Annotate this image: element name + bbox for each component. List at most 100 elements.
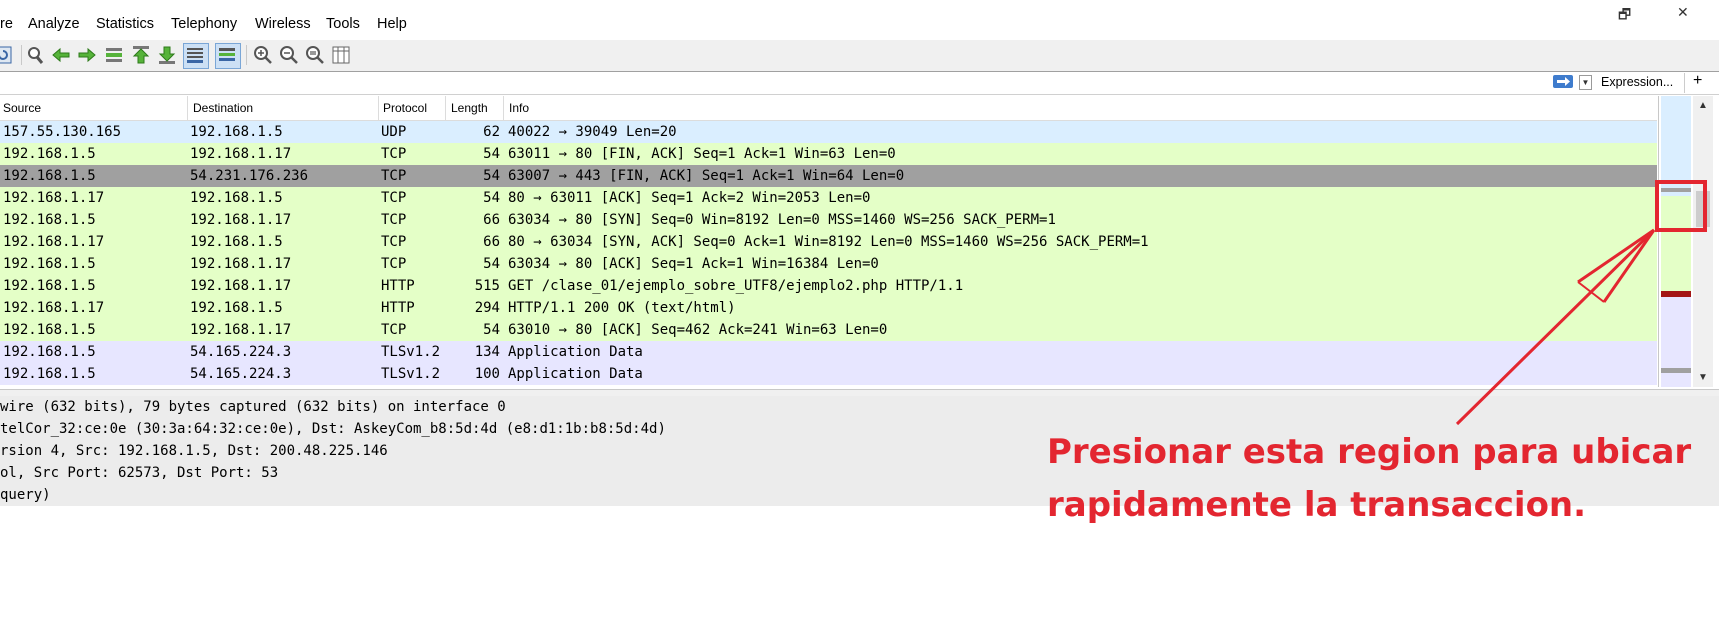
cell-length: 54	[483, 322, 500, 338]
cell-source: 192.168.1.5	[3, 344, 96, 360]
menu-help[interactable]: Help	[377, 16, 407, 32]
cell-length: 54	[483, 168, 500, 184]
annotation-line-1: Presionar esta region para ubicar	[1047, 432, 1692, 472]
scroll-down-chevron-icon[interactable]: ▼	[1698, 372, 1708, 383]
go-to-packet-icon[interactable]	[103, 44, 125, 66]
packet-row[interactable]: 192.168.1.5 192.168.1.17 TCP 54 63011 → …	[0, 143, 1657, 165]
display-filter-bar[interactable]: ▼ Expression... +	[0, 71, 1719, 95]
header-separator[interactable]	[503, 96, 504, 120]
packet-row[interactable]: 192.168.1.5 192.168.1.17 TCP 54 63010 → …	[0, 319, 1657, 341]
column-header-destination[interactable]: Destination	[193, 101, 253, 115]
packet-list: Source Destination Protocol Length Info …	[0, 96, 1657, 387]
go-forward-icon[interactable]	[76, 44, 98, 66]
zoom-out-icon[interactable]	[278, 44, 300, 66]
cell-protocol: TCP	[381, 256, 407, 272]
apply-filter-arrow-icon[interactable]	[1553, 75, 1573, 88]
packet-row[interactable]: 192.168.1.5 192.168.1.17 TCP 66 63034 → …	[0, 209, 1657, 231]
cell-length: 62	[483, 124, 500, 140]
zoom-in-icon[interactable]	[252, 44, 274, 66]
packet-row[interactable]: 157.55.130.165 192.168.1.5 UDP 62 40022 …	[0, 121, 1657, 143]
resize-columns-icon[interactable]	[330, 44, 352, 66]
cell-protocol: UDP	[381, 124, 407, 140]
cell-length: 294	[474, 300, 500, 316]
column-header-length[interactable]: Length	[451, 101, 488, 115]
expression-button[interactable]: Expression...	[1601, 75, 1673, 89]
menu-tools[interactable]: Tools	[326, 16, 360, 32]
packet-list-scrollbar[interactable]: ▲ ▼	[1693, 96, 1713, 387]
cell-protocol: TCP	[381, 212, 407, 228]
cell-info: 80 → 63011 [ACK] Seq=1 Ack=2 Win=2053 Le…	[508, 190, 871, 206]
cell-protocol: TCP	[381, 168, 407, 184]
menu-analyze[interactable]: Analyze	[28, 16, 80, 32]
column-header-protocol[interactable]: Protocol	[383, 101, 427, 115]
find-icon[interactable]	[24, 44, 46, 66]
header-separator[interactable]	[187, 96, 188, 120]
cell-destination: 192.168.1.5	[190, 124, 283, 140]
packet-minimap[interactable]	[1658, 96, 1693, 387]
normal-size-icon[interactable]	[304, 44, 326, 66]
cell-destination: 192.168.1.17	[190, 322, 292, 338]
packet-row[interactable]: 192.168.1.5 192.168.1.17 TCP 54 63034 → …	[0, 253, 1657, 275]
cell-destination: 54.165.224.3	[190, 366, 292, 382]
cell-destination: 54.165.224.3	[190, 344, 292, 360]
cell-info: 63010 → 80 [ACK] Seq=462 Ack=241 Win=63 …	[508, 322, 888, 338]
header-separator[interactable]	[378, 96, 379, 120]
cell-destination: 192.168.1.5	[190, 300, 283, 316]
detail-line[interactable]: wire (632 bits), 79 bytes captured (632 …	[0, 396, 1719, 418]
packet-row[interactable]: 192.168.1.17 192.168.1.5 HTTP 294 HTTP/1…	[0, 297, 1657, 319]
toolbar-separator	[246, 45, 247, 65]
last-packet-icon[interactable]	[156, 44, 178, 66]
packet-row[interactable]: 192.168.1.17 192.168.1.5 TCP 54 80 → 630…	[0, 187, 1657, 209]
menu-wireless[interactable]: Wireless	[255, 16, 311, 32]
cell-source: 192.168.1.17	[3, 234, 105, 250]
cell-source: 192.168.1.5	[3, 278, 96, 294]
cell-protocol: HTTP	[381, 278, 415, 294]
restore-window-icon[interactable]: 🗗	[1618, 4, 1631, 28]
minimap-marker[interactable]	[1661, 368, 1691, 373]
column-header-info[interactable]: Info	[509, 101, 529, 115]
cell-destination: 54.231.176.236	[190, 168, 309, 184]
add-filter-button[interactable]: +	[1693, 72, 1702, 90]
annotation-line-2: rapidamente la transaccion.	[1047, 485, 1587, 525]
menu-telephony[interactable]: Telephony	[171, 16, 237, 32]
packet-row[interactable]: 192.168.1.5 54.165.224.3 TLSv1.2 100 App…	[0, 363, 1657, 385]
cell-protocol: TCP	[381, 322, 407, 338]
highlight-box	[1655, 180, 1707, 232]
packet-row-selected[interactable]: 192.168.1.5 54.231.176.236 TCP 54 63007 …	[0, 165, 1657, 187]
reload-icon[interactable]	[0, 44, 14, 66]
menu-capture[interactable]: re	[0, 16, 13, 32]
cell-length: 66	[483, 212, 500, 228]
first-packet-icon[interactable]	[130, 44, 152, 66]
cell-info: Application Data	[508, 366, 643, 382]
cell-protocol: TCP	[381, 234, 407, 250]
packet-row[interactable]: 192.168.1.17 192.168.1.5 TCP 66 80 → 630…	[0, 231, 1657, 253]
colorize-icon[interactable]	[215, 43, 241, 69]
cell-length: 54	[483, 256, 500, 272]
cell-info: Application Data	[508, 344, 643, 360]
cell-protocol: TLSv1.2	[381, 366, 441, 382]
packet-row[interactable]: 192.168.1.5 192.168.1.17 HTTP 515 GET /c…	[0, 275, 1657, 297]
cell-info: 63034 → 80 [ACK] Seq=1 Ack=1 Win=16384 L…	[508, 256, 879, 272]
cell-destination: 192.168.1.17	[190, 212, 292, 228]
scroll-up-chevron-icon[interactable]: ▲	[1698, 100, 1708, 111]
cell-source: 192.168.1.5	[3, 322, 96, 338]
cell-info: GET /clase_01/ejemplo_sobre_UTF8/ejemplo…	[508, 278, 964, 294]
cell-source: 192.168.1.5	[3, 168, 96, 184]
cell-destination: 192.168.1.5	[190, 234, 283, 250]
cell-source: 157.55.130.165	[3, 124, 122, 140]
menu-bar: re Analyze Statistics Telephony Wireless…	[0, 4, 1719, 36]
go-back-icon[interactable]	[50, 44, 72, 66]
close-window-icon[interactable]: ✕	[1677, 4, 1689, 21]
cell-length: 100	[474, 366, 500, 382]
packet-row[interactable]: 192.168.1.5 54.165.224.3 TLSv1.2 134 App…	[0, 341, 1657, 363]
annotation-text: Presionar esta region para ubicar rapida…	[1047, 426, 1691, 532]
cell-length: 515	[474, 278, 500, 294]
filter-dropdown-chevron-icon[interactable]: ▼	[1579, 75, 1592, 90]
column-header-source[interactable]: Source	[3, 101, 41, 115]
cell-length: 54	[483, 190, 500, 206]
minimap-marker[interactable]	[1661, 291, 1691, 297]
autoscroll-icon[interactable]	[183, 43, 209, 69]
cell-source: 192.168.1.5	[3, 256, 96, 272]
menu-statistics[interactable]: Statistics	[96, 16, 154, 32]
header-separator[interactable]	[445, 96, 446, 120]
